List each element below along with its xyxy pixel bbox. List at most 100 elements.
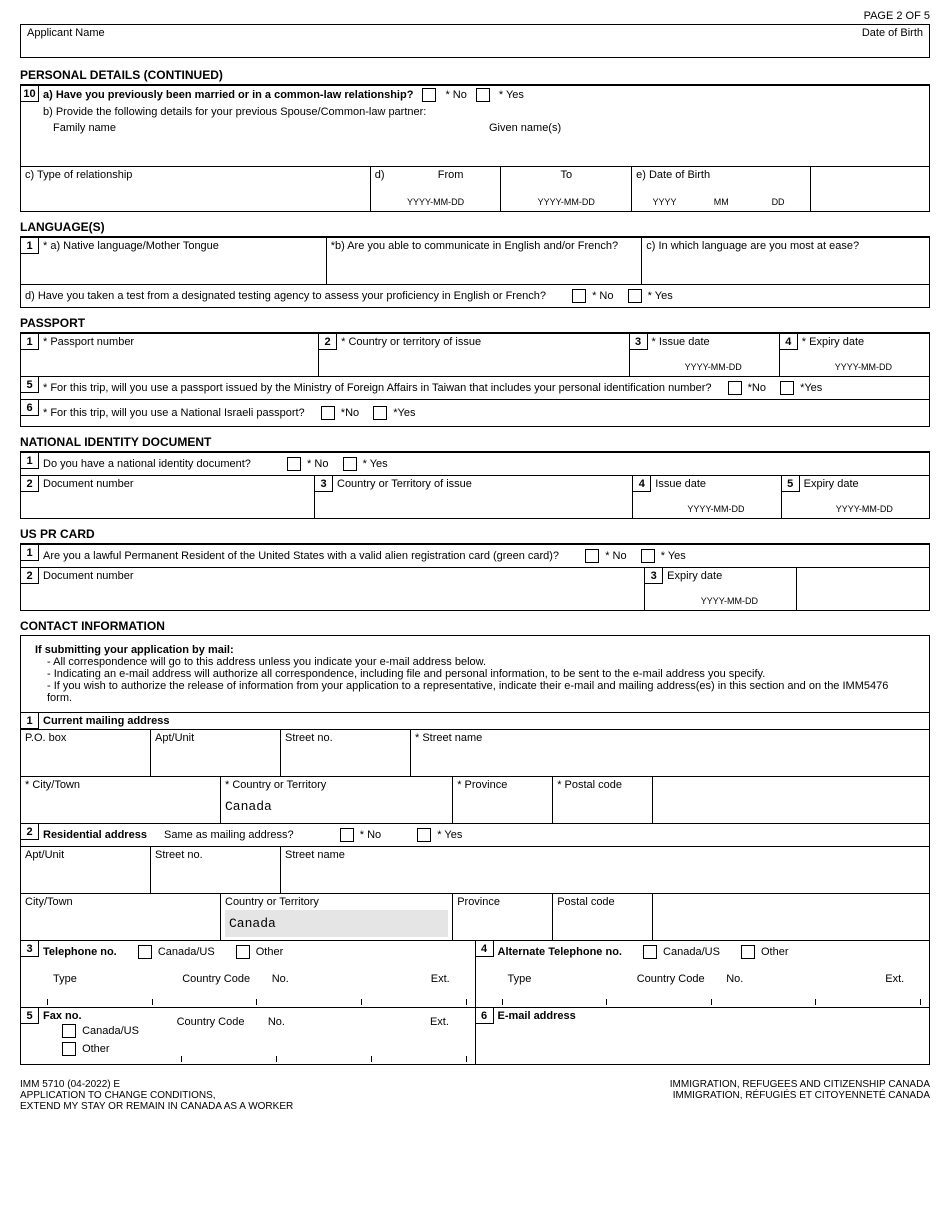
natid-country-input[interactable] bbox=[337, 490, 628, 516]
atel-no-label: No. bbox=[726, 973, 885, 985]
atel-type-label: Type bbox=[498, 973, 637, 985]
r-streetno-label: Street no. bbox=[155, 849, 276, 861]
q10a-yes-checkbox[interactable] bbox=[476, 88, 490, 102]
agency-en: IMMIGRATION, REFUGEES AND CITIZENSHIP CA… bbox=[670, 1079, 930, 1090]
d-label: d) bbox=[375, 169, 405, 181]
r-apt-input[interactable] bbox=[25, 861, 146, 891]
tel-3-number: 3 bbox=[21, 941, 39, 957]
email-input[interactable] bbox=[498, 1022, 926, 1062]
taiwan-yes-checkbox[interactable] bbox=[780, 381, 794, 395]
streetno-label: Street no. bbox=[285, 732, 406, 744]
header-box: Applicant Name Date of Birth bbox=[20, 24, 930, 58]
relationship-type-input[interactable] bbox=[25, 181, 366, 209]
uspr-yes-checkbox[interactable] bbox=[641, 549, 655, 563]
r-country-value: Canada bbox=[225, 910, 448, 937]
fax-other-checkbox[interactable] bbox=[62, 1042, 76, 1056]
pr-expiry-hint: YYYY-MM-DD bbox=[667, 596, 791, 606]
r-postal-input[interactable] bbox=[557, 908, 648, 938]
uspr-docnum-input[interactable] bbox=[43, 582, 640, 608]
contact-box: If submitting your application by mail: … bbox=[20, 636, 930, 1065]
same-yes-checkbox[interactable] bbox=[417, 828, 431, 842]
uspr-yes-label: * Yes bbox=[661, 550, 686, 562]
ease-lang-input[interactable] bbox=[646, 252, 925, 282]
r-province-label: Province bbox=[457, 896, 548, 908]
addr-1-number: 1 bbox=[21, 713, 39, 729]
same-no-checkbox[interactable] bbox=[340, 828, 354, 842]
tel-ext-label: Ext. bbox=[431, 973, 471, 985]
r-apt-label: Apt/Unit bbox=[25, 849, 146, 861]
native-lang-label: * a) Native language/Mother Tongue bbox=[43, 240, 322, 252]
r-city-input[interactable] bbox=[25, 908, 216, 938]
natid-no-checkbox[interactable] bbox=[287, 457, 301, 471]
applicant-name-label: Applicant Name bbox=[27, 27, 105, 55]
communicate-input[interactable] bbox=[331, 252, 638, 282]
r-streetno-input[interactable] bbox=[155, 861, 276, 891]
postal-input[interactable] bbox=[557, 791, 648, 821]
section-passport: PASSPORT bbox=[20, 314, 930, 333]
passport-issue-input[interactable] bbox=[652, 348, 775, 362]
fax-caus-label: Canada/US bbox=[82, 1025, 139, 1037]
taiwan-no-checkbox[interactable] bbox=[728, 381, 742, 395]
natid-yes-checkbox[interactable] bbox=[343, 457, 357, 471]
pp-6-number: 6 bbox=[21, 400, 39, 416]
given-names-input[interactable] bbox=[489, 134, 925, 164]
atel-other-checkbox[interactable] bbox=[741, 945, 755, 959]
city-input[interactable] bbox=[25, 791, 216, 821]
passport-country-input[interactable] bbox=[341, 348, 624, 374]
natid-country-label: Country or Territory of issue bbox=[337, 478, 628, 490]
tel-other-checkbox[interactable] bbox=[236, 945, 250, 959]
fax-label: Fax no. bbox=[43, 1010, 177, 1022]
prev-dob-input[interactable] bbox=[636, 181, 806, 197]
taiwan-question: * For this trip, will you use a passport… bbox=[43, 382, 711, 394]
province-input[interactable] bbox=[457, 791, 548, 821]
natid-issue-label: Issue date bbox=[655, 478, 776, 490]
lang-1-number: 1 bbox=[21, 238, 39, 254]
r-province-input[interactable] bbox=[457, 908, 548, 938]
personal-box: 10 a) Have you previously been married o… bbox=[20, 85, 930, 212]
page-number: PAGE 2 OF 5 bbox=[20, 10, 930, 22]
fax-caus-checkbox[interactable] bbox=[62, 1024, 76, 1038]
po-label: P.O. box bbox=[25, 732, 146, 744]
test-no-label: * No bbox=[592, 290, 613, 302]
uspr-no-checkbox[interactable] bbox=[585, 549, 599, 563]
email-6-number: 6 bbox=[476, 1008, 494, 1024]
country-label: * Country or Territory bbox=[225, 779, 448, 791]
from-label: From bbox=[405, 169, 497, 181]
from-date-input[interactable] bbox=[375, 181, 497, 197]
passport-expiry-input[interactable] bbox=[802, 348, 925, 362]
nid-5-number: 5 bbox=[782, 476, 800, 492]
passport-number-input[interactable] bbox=[43, 348, 314, 374]
from-date-hint: YYYY-MM-DD bbox=[375, 197, 497, 207]
israeli-yes-label: *Yes bbox=[393, 407, 415, 419]
family-name-input[interactable] bbox=[53, 134, 489, 164]
atel-caus-checkbox[interactable] bbox=[643, 945, 657, 959]
test-yes-checkbox[interactable] bbox=[628, 289, 642, 303]
nid-4-number: 4 bbox=[633, 476, 651, 492]
natid-issue-input[interactable] bbox=[655, 490, 776, 504]
streetno-input[interactable] bbox=[285, 744, 406, 774]
pp-3-number: 3 bbox=[630, 334, 648, 350]
israeli-yes-checkbox[interactable] bbox=[373, 406, 387, 420]
postal-label: * Postal code bbox=[557, 779, 648, 791]
q10a-no-checkbox[interactable] bbox=[422, 88, 436, 102]
nid-1-number: 1 bbox=[21, 453, 39, 469]
natid-docnum-input[interactable] bbox=[43, 490, 310, 516]
tel-caus-checkbox[interactable] bbox=[138, 945, 152, 959]
streetname-input[interactable] bbox=[415, 744, 925, 774]
apt-input[interactable] bbox=[155, 744, 276, 774]
fax-cc-label: Country Code bbox=[177, 1016, 268, 1028]
israeli-question: * For this trip, will you use a National… bbox=[43, 407, 305, 419]
to-date-input[interactable] bbox=[505, 181, 627, 197]
country-value[interactable]: Canada bbox=[225, 791, 448, 814]
atel-other-label: Other bbox=[761, 946, 789, 958]
po-input[interactable] bbox=[25, 744, 146, 774]
test-no-checkbox[interactable] bbox=[572, 289, 586, 303]
native-lang-input[interactable] bbox=[43, 252, 322, 282]
uspr-expiry-input[interactable] bbox=[667, 582, 791, 596]
natid-expiry-input[interactable] bbox=[804, 490, 925, 504]
q10-number: 10 bbox=[21, 86, 39, 102]
natid-no-label: * No bbox=[307, 458, 328, 470]
israeli-no-checkbox[interactable] bbox=[321, 406, 335, 420]
r-streetname-input[interactable] bbox=[285, 861, 925, 891]
natid-yes-label: * Yes bbox=[363, 458, 388, 470]
